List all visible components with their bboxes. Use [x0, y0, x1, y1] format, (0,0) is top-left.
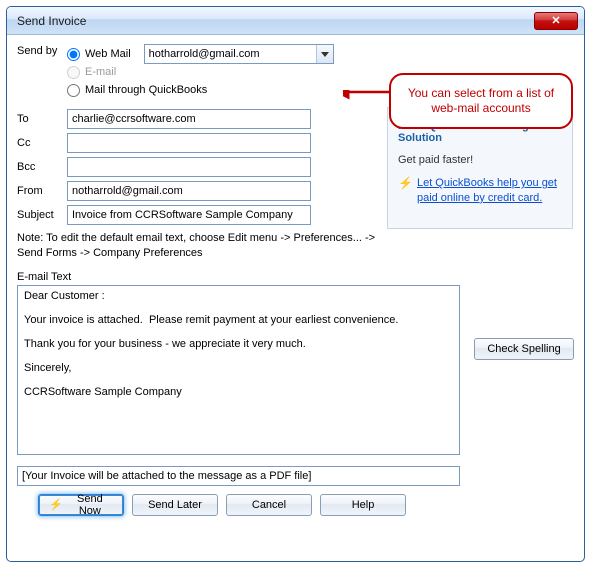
promo-subheading: Get paid faster!	[398, 154, 562, 166]
email-text-label: E-mail Text	[17, 271, 387, 283]
subject-field[interactable]	[67, 205, 311, 225]
radio-quickbooks-label: Mail through QuickBooks	[85, 84, 207, 96]
callout-bubble: You can select from a list of web-mail a…	[389, 73, 573, 129]
edit-note: Note: To edit the default email text, ch…	[17, 231, 387, 261]
subject-label: Subject	[17, 209, 67, 221]
send-now-label: Send Now	[67, 493, 113, 517]
cc-label: Cc	[17, 137, 67, 149]
email-text-area[interactable]	[17, 285, 460, 455]
cancel-label: Cancel	[252, 499, 286, 511]
radio-webmail-label: Web Mail	[85, 48, 131, 60]
send-later-button[interactable]: Send Later	[132, 494, 218, 516]
send-invoice-window: Send Invoice ✕ You can select from a lis…	[6, 6, 585, 562]
webmail-account-combo[interactable]: hotharrold@gmail.com	[144, 44, 334, 64]
radio-email	[67, 66, 80, 79]
chevron-down-icon[interactable]	[316, 45, 333, 63]
to-field[interactable]	[67, 109, 311, 129]
titlebar[interactable]: Send Invoice ✕	[7, 7, 584, 35]
form-area: Send by Web Mail hotharrold@gmail.com	[17, 45, 387, 516]
from-label: From	[17, 185, 67, 197]
from-field[interactable]	[67, 181, 311, 201]
bolt-icon: ⚡	[49, 498, 63, 511]
cc-field[interactable]	[67, 133, 311, 153]
callout-text: You can select from a list of web-mail a…	[399, 86, 563, 116]
cancel-button[interactable]: Cancel	[226, 494, 312, 516]
close-button[interactable]: ✕	[534, 12, 578, 30]
help-label: Help	[352, 499, 375, 511]
help-button[interactable]: Help	[320, 494, 406, 516]
send-now-button[interactable]: ⚡ Send Now	[38, 494, 124, 516]
check-spelling-label: Check Spelling	[487, 343, 560, 355]
attachment-note: [Your Invoice will be attached to the me…	[17, 466, 460, 486]
promo-link[interactable]: Let QuickBooks help you get paid online …	[417, 176, 562, 206]
window-title: Send Invoice	[17, 14, 534, 28]
radio-quickbooks[interactable]	[67, 84, 80, 97]
bolt-icon: ⚡	[398, 176, 413, 190]
send-later-label: Send Later	[148, 499, 202, 511]
radio-webmail[interactable]	[67, 48, 80, 61]
bcc-field[interactable]	[67, 157, 311, 177]
webmail-account-value: hotharrold@gmail.com	[149, 48, 260, 60]
radio-email-label: E-mail	[85, 66, 116, 78]
callout-arrow-icon	[343, 90, 395, 102]
check-spelling-button[interactable]: Check Spelling	[474, 338, 574, 360]
close-icon: ✕	[551, 14, 560, 27]
to-label: To	[17, 113, 67, 125]
sendby-label: Send by	[17, 45, 67, 57]
bcc-label: Bcc	[17, 161, 67, 173]
